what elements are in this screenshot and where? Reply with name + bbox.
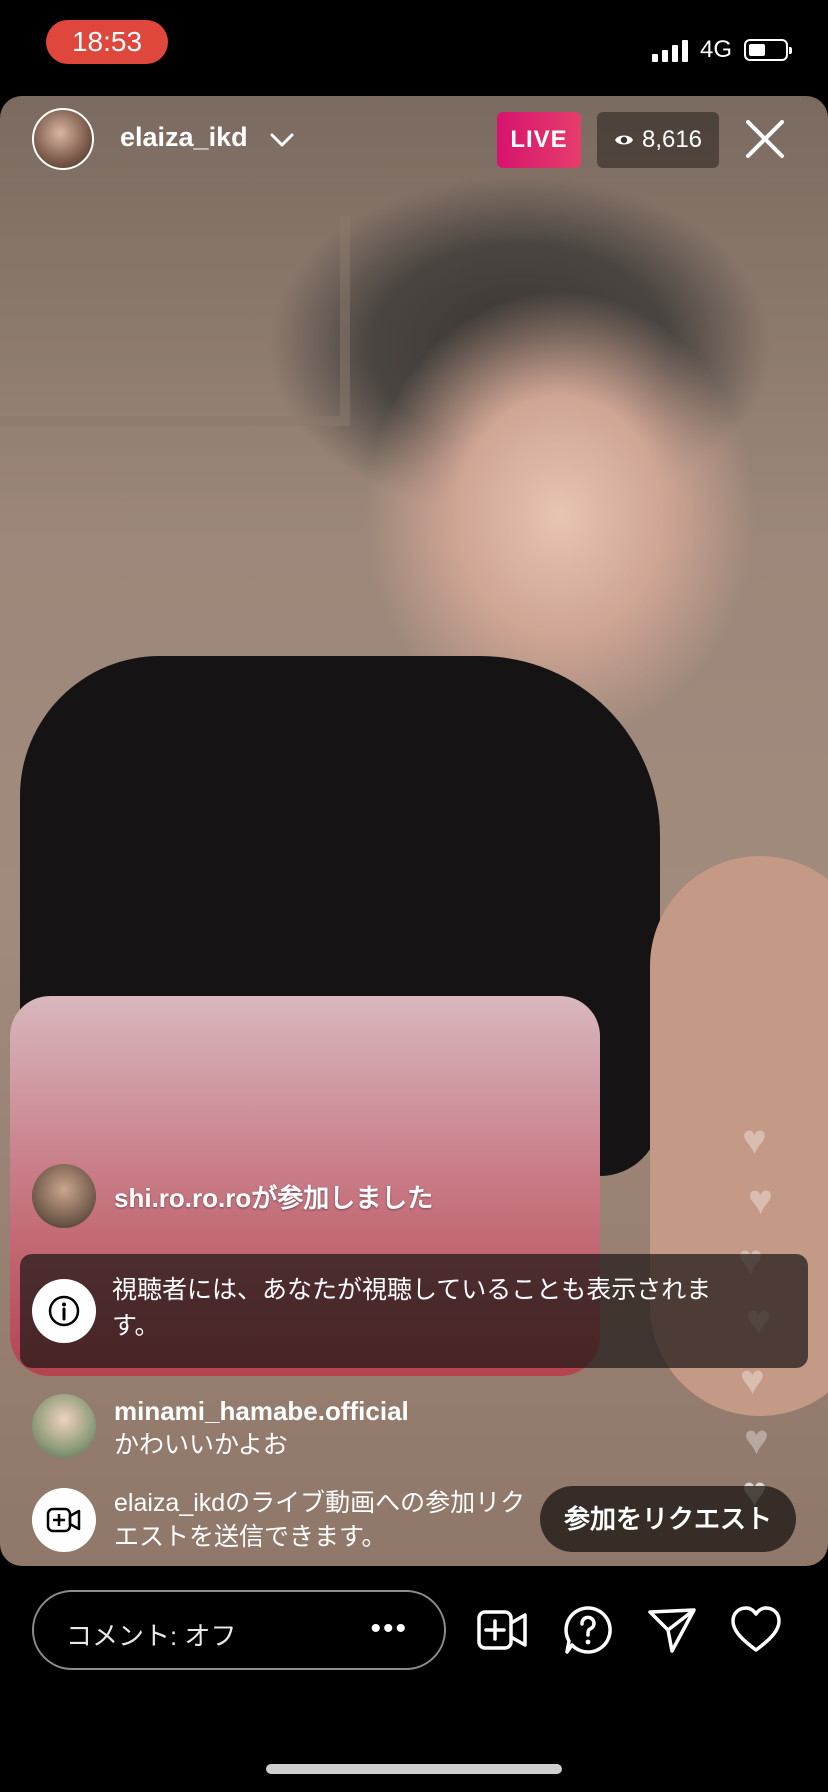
avatar[interactable] bbox=[32, 1164, 96, 1228]
info-icon bbox=[32, 1279, 96, 1343]
comment-placeholder: コメント: オフ bbox=[66, 1621, 237, 1651]
video-add-icon bbox=[32, 1488, 96, 1552]
network-label: 4G bbox=[699, 36, 732, 63]
comment-text: かわいいかよお bbox=[114, 1431, 288, 1459]
host-username[interactable]: elaiza_ikd bbox=[120, 122, 248, 153]
join-notification: shi.ro.ro.roが参加しました bbox=[32, 1164, 433, 1228]
viewer-count: 8,616 bbox=[641, 126, 703, 153]
live-badge: LIVE bbox=[497, 112, 581, 168]
send-icon[interactable] bbox=[646, 1604, 698, 1656]
background-ceiling bbox=[0, 216, 350, 426]
eye-icon bbox=[614, 135, 633, 145]
home-indicator[interactable] bbox=[266, 1764, 562, 1774]
join-text: shi.ro.ro.roが参加しました bbox=[114, 1182, 434, 1213]
status-indicators: 4G bbox=[651, 26, 792, 74]
info-notice: 視聴者には、あなたが視聴していることも表示されます。 bbox=[20, 1254, 808, 1368]
comment-username[interactable]: minami_hamabe.official bbox=[114, 1394, 409, 1428]
request-join-row: elaiza_ikdのライブ動画への参加リクエストを送信できます。 bbox=[32, 1486, 534, 1554]
signal-icon bbox=[651, 38, 688, 62]
comment-input[interactable]: コメント: オフ ••• bbox=[32, 1590, 446, 1670]
viewer-count-badge[interactable]: 8,616 bbox=[597, 112, 719, 168]
comment-item: minami_hamabe.official かわいいかよお bbox=[32, 1394, 409, 1462]
status-time: 18:53 bbox=[46, 20, 168, 64]
close-icon[interactable] bbox=[740, 114, 790, 164]
battery-icon bbox=[744, 39, 792, 61]
request-text: elaiza_ikdのライブ動画への参加リクエストを送信できます。 bbox=[114, 1489, 526, 1551]
chevron-down-icon[interactable] bbox=[268, 126, 296, 154]
request-join-button[interactable]: 参加をリクエスト bbox=[540, 1486, 796, 1552]
host-avatar[interactable] bbox=[32, 108, 94, 170]
heart-icon[interactable] bbox=[730, 1604, 782, 1656]
question-icon[interactable] bbox=[562, 1604, 614, 1656]
more-options-button[interactable]: ••• bbox=[370, 1612, 408, 1646]
info-text: 視聴者には、あなたが視聴していることも表示されます。 bbox=[112, 1276, 712, 1340]
video-add-icon[interactable] bbox=[476, 1604, 528, 1656]
avatar[interactable] bbox=[32, 1394, 96, 1458]
